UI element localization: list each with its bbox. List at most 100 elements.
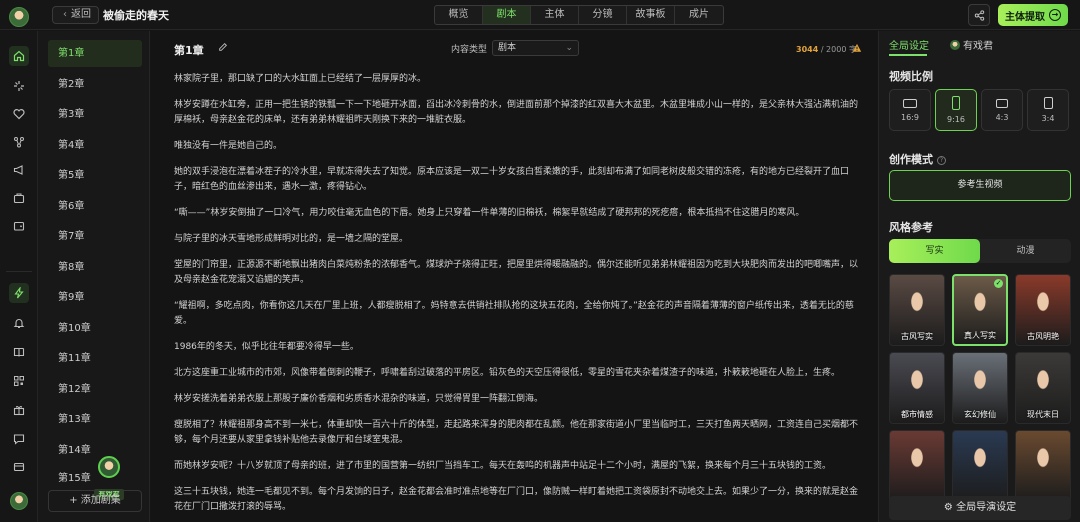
card-icon[interactable]	[9, 457, 29, 477]
script-text[interactable]: 林家院子里，那口缺了口的大水缸面上已经结了一层厚厚的冰。 林岁安蹲在水缸旁，正用…	[174, 72, 864, 522]
chapter-item[interactable]: 第10章	[48, 315, 142, 342]
tab-storyboard[interactable]: 故事板	[627, 6, 675, 24]
script-paragraph: 北方这座重工业城市的市郊，风像带着倒刺的鞭子，呼啸着刮过破落的平房区。铅灰色的天…	[174, 368, 841, 378]
tab-storyboard-shots[interactable]: 分镜	[579, 6, 627, 24]
script-editor: 第1章 内容类型 剧本 ⌄ 3044 / 2000 字 林家院子里，那口缺了口的…	[151, 31, 877, 522]
reference-video-mode-button[interactable]: 参考生视频	[889, 170, 1071, 201]
sparkle-icon[interactable]	[9, 76, 29, 96]
style-section-title: 风格参考	[889, 221, 933, 234]
chapter-item[interactable]: 第4章	[48, 132, 142, 159]
script-paragraph: 林岁安蹲在水缸旁，正用一把生锈的铁瓢一下一下地砸开冰面，舀出冰冷刺骨的水，倒进面…	[174, 100, 859, 125]
share-button[interactable]	[968, 4, 990, 26]
style-thumbnail[interactable]: 都市情感	[889, 352, 945, 424]
share-nodes-icon[interactable]	[9, 132, 29, 152]
qr-code-icon[interactable]	[9, 371, 29, 391]
style-thumbnail[interactable]	[1015, 430, 1071, 502]
mode-title-text: 创作模式	[889, 153, 933, 166]
chat-icon[interactable]	[9, 429, 29, 449]
tab-script[interactable]: 剧本	[483, 6, 531, 24]
tab-final-video[interactable]: 成片	[675, 6, 723, 24]
style-thumbnail-label: 古风明艳	[1027, 332, 1059, 341]
tab-subjects[interactable]: 主体	[531, 6, 579, 24]
ratio-option-4-3[interactable]: 4:3	[981, 89, 1023, 131]
style-type-toggle: 写实 动漫	[889, 239, 1071, 263]
content-type-value: 剧本	[498, 43, 517, 53]
script-paragraph: 瘦脱相了？林耀祖那身高不到一米七，体重却快一百六十斤的体型，走起路来浑身的肥肉都…	[174, 420, 859, 445]
chapter-item[interactable]: 第9章	[48, 284, 142, 311]
chapter-item[interactable]: 第3章	[48, 101, 142, 128]
style-thumbnail[interactable]: 玄幻修仙	[952, 352, 1008, 424]
gift-icon[interactable]	[9, 400, 29, 420]
portrait-ratio-icon	[1043, 97, 1053, 109]
ratio-option-3-4[interactable]: 3:4	[1027, 89, 1069, 131]
style-thumbnail[interactable]	[889, 430, 945, 502]
style-thumbnail[interactable]	[952, 430, 1008, 502]
extract-subjects-button[interactable]: 主体提取 →	[998, 4, 1068, 26]
mode-section-title: 创作模式?	[889, 151, 946, 167]
tab-assistant[interactable]: 有戏君	[950, 37, 993, 52]
tab-overview[interactable]: 概览	[435, 6, 483, 24]
style-thumbnail[interactable]: 真人写实 ✓	[952, 274, 1008, 346]
lightning-icon[interactable]	[9, 283, 29, 303]
book-icon[interactable]	[9, 342, 29, 362]
word-count-current: 3044	[796, 45, 819, 54]
chapter-item[interactable]: 第6章	[48, 193, 142, 220]
briefcase-icon[interactable]	[9, 188, 29, 208]
ratio-option-9-16[interactable]: 9:16	[935, 89, 977, 131]
director-button-label: 全局导演设定	[956, 502, 1017, 513]
chapter-item[interactable]: 第5章	[48, 162, 142, 189]
style-tab-realistic[interactable]: 写实	[889, 239, 980, 263]
chapter-item[interactable]: 第12章	[48, 376, 142, 403]
landscape-ratio-icon	[903, 98, 917, 108]
gear-icon: ⚙	[943, 502, 957, 513]
back-button[interactable]: ‹ 返回	[52, 6, 99, 24]
chapter-item[interactable]: 第1章	[48, 40, 142, 67]
content-type-select[interactable]: 剧本 ⌄	[492, 40, 579, 56]
script-paragraph: “嘶——”林岁安倒抽了一口冷气，用力咬住毫无血色的下唇。她身上只穿着一件单薄的旧…	[174, 208, 805, 218]
home-icon[interactable]	[9, 46, 29, 66]
settings-panel: 全局设定 有戏君 视频比例 16:9 9:16 4:3 3:4 创作模式? 参考…	[878, 31, 1080, 522]
app-logo-avatar[interactable]	[9, 7, 29, 27]
script-paragraph: 唯独没有一件是她自己的。	[174, 141, 283, 151]
ratio-label: 9:16	[947, 115, 965, 124]
ratio-section-title: 视频比例	[889, 70, 933, 83]
back-label: 返回	[71, 9, 91, 20]
ratio-label: 3:4	[1041, 114, 1055, 123]
global-director-settings-button[interactable]: ⚙ 全局导演设定	[889, 496, 1071, 520]
add-episode-button[interactable]: + 添加剧集	[48, 490, 142, 512]
word-count: 3044 / 2000 字	[796, 44, 857, 55]
warning-icon[interactable]	[852, 43, 862, 56]
help-icon[interactable]: ?	[937, 156, 946, 165]
ratio-option-16-9[interactable]: 16:9	[889, 89, 931, 131]
ratio-label: 16:9	[901, 112, 919, 122]
chapter-item[interactable]: 第11章	[48, 345, 142, 372]
chapter-item[interactable]: 第8章	[48, 254, 142, 281]
tab-assistant-label: 有戏君	[963, 41, 993, 52]
chapter-item[interactable]: 第2章	[48, 71, 142, 98]
script-paragraph: “耀祖啊，多吃点肉，你看你这几天在厂里上班，人都瘦脱相了。妈特意去供销社排队抢的…	[174, 301, 854, 326]
style-thumbnail-label: 现代末日	[1027, 410, 1059, 419]
script-paragraph: 1986年的冬天，似乎比往年都要冷得早一些。	[174, 342, 359, 352]
style-tab-anime[interactable]: 动漫	[980, 239, 1071, 263]
user-avatar[interactable]	[10, 492, 28, 510]
bell-icon[interactable]	[9, 313, 29, 333]
heart-icon[interactable]	[9, 104, 29, 124]
chapter-item[interactable]: 第7章	[48, 223, 142, 250]
aspect-ratio-options: 16:9 9:16 4:3 3:4	[889, 89, 1069, 131]
script-paragraph: 她的双手浸泡在漂着冰茬子的冷水里，早就冻得失去了知觉。原本应该是一双二十岁女孩白…	[174, 167, 850, 192]
style-thumbnail[interactable]: 古风明艳	[1015, 274, 1071, 346]
script-paragraph: 这三十五块钱，她连一毛都见不到。每个月发饷的日子，赵金花都会准时准点地等在厂门口…	[174, 487, 859, 512]
edit-icon[interactable]	[218, 42, 228, 55]
assistant-avatar	[950, 40, 960, 50]
chapter-item[interactable]: 第13章	[48, 406, 142, 433]
chapter-list: 第1章 第2章 第3章 第4章 第5章 第6章 第7章 第8章 第9章 第10章…	[38, 31, 150, 522]
style-thumbnail[interactable]: 现代末日	[1015, 352, 1071, 424]
script-paragraph: 林岁安搓洗着弟弟衣服上那股子廉价香烟和劣质香水混杂的味道，只觉得胃里一阵翻江倒海…	[174, 394, 544, 404]
project-title: 被偷走的春天	[103, 9, 169, 22]
chapter-title: 第1章	[174, 44, 204, 57]
script-paragraph: 堂屋的门帘里，正源源不断地飘出猪肉白菜炖粉条的浓郁香气。煤球炉子烧得正旺，把屋里…	[174, 260, 859, 285]
megaphone-icon[interactable]	[9, 160, 29, 180]
tab-global-settings[interactable]: 全局设定	[889, 37, 929, 52]
style-thumbnail[interactable]: 古风写实	[889, 274, 945, 346]
wallet-icon[interactable]	[9, 216, 29, 236]
